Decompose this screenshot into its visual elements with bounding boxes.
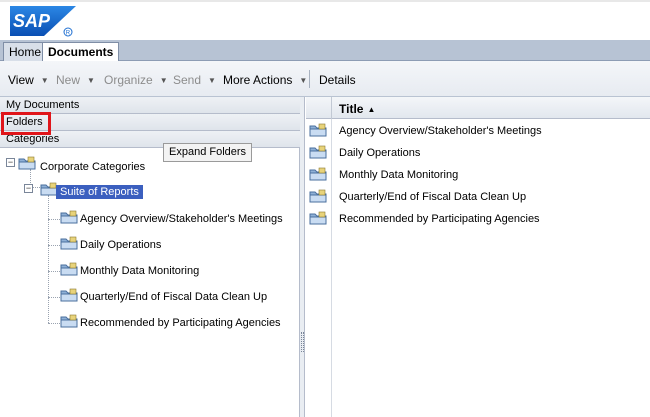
- row-title: Recommended by Participating Agencies: [339, 213, 540, 225]
- tree-node-report[interactable]: Quarterly/End of Fiscal Data Clean Up: [0, 288, 300, 308]
- title-column-label: Title: [339, 102, 364, 116]
- collapse-icon[interactable]: −: [6, 158, 15, 167]
- app-header: SAP R: [0, 0, 650, 40]
- collapse-icon[interactable]: −: [24, 184, 33, 193]
- sort-ascending-icon: ▲: [367, 105, 376, 115]
- list-row[interactable]: Agency Overview/Stakeholder's Meetings: [306, 120, 650, 142]
- annotation-highlight-box: [1, 112, 51, 135]
- row-title: Agency Overview/Stakeholder's Meetings: [339, 125, 542, 137]
- tree-node-corporate-categories[interactable]: − Corporate Categories: [0, 156, 300, 176]
- folder-icon: [60, 314, 78, 328]
- new-label: New: [56, 73, 81, 87]
- tab-strip: Home Documents: [0, 40, 650, 62]
- list-row[interactable]: Monthly Data Monitoring: [306, 164, 650, 186]
- folder-icon: [18, 156, 36, 170]
- new-menu[interactable]: New ▼: [56, 73, 95, 87]
- tree-node-report[interactable]: Monthly Data Monitoring: [0, 262, 300, 282]
- folder-icon: [60, 262, 78, 276]
- organize-menu[interactable]: Organize ▼: [104, 73, 168, 87]
- folder-icon: [309, 211, 327, 225]
- chevron-down-icon: ▼: [87, 76, 95, 86]
- tree-label-selected: Suite of Reports: [56, 185, 143, 199]
- list-row[interactable]: Recommended by Participating Agencies: [306, 208, 650, 230]
- details-button[interactable]: Details: [319, 73, 356, 87]
- tree-label: Agency Overview/Stakeholder's Meetings: [80, 213, 283, 225]
- icon-column-header[interactable]: [306, 97, 332, 119]
- tree-node-suite-of-reports[interactable]: − Suite of Reports: [0, 182, 300, 202]
- header-divider: [0, 0, 650, 2]
- tree-node-report[interactable]: Daily Operations: [0, 236, 300, 256]
- more-actions-menu[interactable]: More Actions ▼: [223, 73, 307, 87]
- list-header: Title ▲: [306, 97, 650, 119]
- folder-icon: [60, 288, 78, 302]
- organize-label: Organize: [104, 73, 153, 87]
- expand-folders-tooltip: Expand Folders: [163, 143, 253, 162]
- send-menu[interactable]: Send ▼: [173, 73, 216, 87]
- folder-icon: [60, 210, 78, 224]
- tree-node-report[interactable]: Recommended by Participating Agencies: [0, 314, 300, 334]
- tab-home[interactable]: Home: [3, 42, 48, 61]
- chevron-down-icon: ▼: [40, 76, 49, 86]
- folder-icon: [309, 189, 327, 203]
- list-row[interactable]: Daily Operations: [306, 142, 650, 164]
- folder-icon: [309, 123, 327, 137]
- title-column-header[interactable]: Title ▲: [339, 102, 375, 116]
- tree-label: Monthly Data Monitoring: [80, 265, 200, 277]
- row-title: Quarterly/End of Fiscal Data Clean Up: [339, 191, 527, 203]
- row-title: Daily Operations: [339, 147, 421, 159]
- tree-label: Quarterly/End of Fiscal Data Clean Up: [80, 291, 268, 303]
- list-row[interactable]: Quarterly/End of Fiscal Data Clean Up: [306, 186, 650, 208]
- folder-icon: [309, 145, 327, 159]
- more-actions-label: More Actions: [223, 73, 293, 87]
- left-panel: My Documents Folders Categories − Corpor…: [0, 97, 300, 417]
- folder-icon: [309, 167, 327, 181]
- toolbar: View ▼ New ▼ Organize ▼ Send ▼ More Actions ▼…: [0, 61, 650, 97]
- view-label: View: [8, 73, 34, 87]
- sap-logo: SAP R: [10, 6, 76, 37]
- pane-splitter[interactable]: [300, 97, 305, 417]
- tree-label: Recommended by Participating Agencies: [80, 317, 281, 329]
- row-title: Monthly Data Monitoring: [339, 169, 459, 181]
- send-label: Send: [173, 73, 202, 87]
- chevron-down-icon: ▼: [159, 76, 168, 86]
- toolbar-separator: [309, 70, 310, 88]
- folder-icon: [60, 236, 78, 250]
- chevron-down-icon: ▼: [299, 76, 308, 86]
- tree-label: Corporate Categories: [40, 161, 146, 173]
- tab-documents[interactable]: Documents: [42, 42, 120, 62]
- tree-node-report[interactable]: Agency Overview/Stakeholder's Meetings: [0, 210, 300, 230]
- document-list: Title ▲ Agency Overview/Stakeholder's Mee…: [306, 97, 650, 417]
- sap-logo-text: SAP: [13, 11, 51, 31]
- splitter-grip-icon[interactable]: [301, 332, 304, 352]
- view-menu[interactable]: View ▼: [8, 73, 49, 87]
- chevron-down-icon: ▼: [208, 76, 216, 86]
- tree-label: Daily Operations: [80, 239, 162, 251]
- svg-text:R: R: [66, 31, 71, 37]
